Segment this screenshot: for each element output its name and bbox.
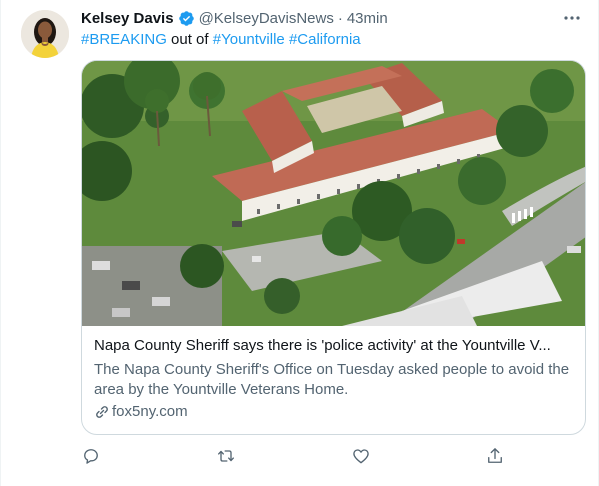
hashtag-yountville[interactable]: #Yountville (213, 31, 285, 48)
reply-icon[interactable] (81, 446, 103, 468)
card-image (82, 61, 585, 326)
avatar-image (21, 10, 69, 58)
link-icon (94, 404, 110, 420)
author-handle[interactable]: @KelseyDavisNews (199, 10, 334, 27)
timestamp[interactable]: 43min (347, 10, 388, 27)
link-card[interactable]: Napa County Sheriff says there is 'polic… (81, 60, 586, 435)
card-description: The Napa County Sheriff's Office on Tues… (94, 361, 570, 398)
verified-badge-icon (178, 10, 195, 27)
tweet-text-middle: out of (166, 31, 213, 48)
tweet-actions (81, 446, 511, 468)
tweet: Kelsey Davis @KelseyDavisNews · 43min #B… (0, 0, 599, 486)
card-link: fox5ny.com (94, 402, 573, 422)
separator-dot: · (337, 9, 343, 27)
retweet-icon[interactable] (216, 446, 238, 468)
more-horizontal-icon[interactable] (562, 8, 582, 28)
card-title: Napa County Sheriff says there is 'polic… (94, 337, 551, 354)
hashtag-california[interactable]: #California (289, 31, 361, 48)
tweet-header: Kelsey Davis @KelseyDavisNews · 43min (81, 8, 388, 28)
card-domain: fox5ny.com (112, 403, 188, 420)
share-icon[interactable] (485, 446, 507, 468)
avatar[interactable] (21, 10, 69, 58)
heart-icon[interactable] (351, 446, 373, 468)
tweet-text: #BREAKING out of #Yountville #California (81, 30, 361, 50)
card-body: Napa County Sheriff says there is 'polic… (94, 336, 573, 422)
author-name[interactable]: Kelsey Davis (81, 10, 174, 27)
hashtag-breaking[interactable]: #BREAKING (81, 31, 167, 48)
